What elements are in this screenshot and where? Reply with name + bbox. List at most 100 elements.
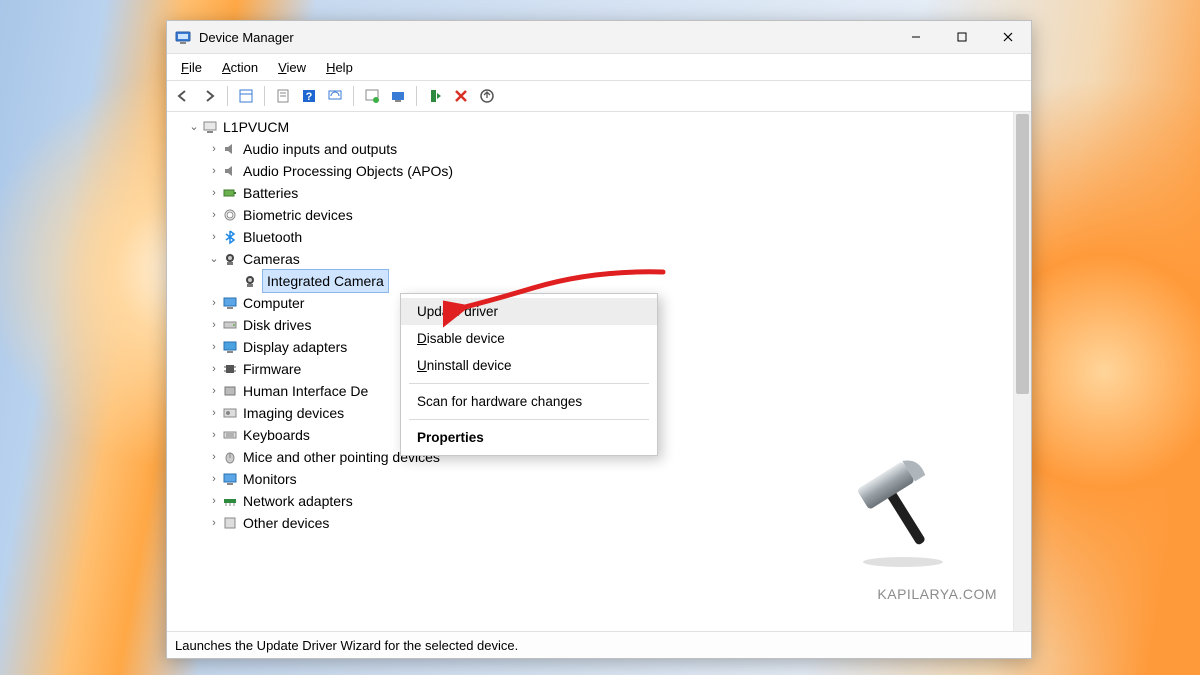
expand-icon[interactable]: › [207, 490, 221, 512]
status-text: Launches the Update Driver Wizard for th… [175, 638, 518, 653]
fingerprint-icon [221, 206, 239, 224]
tree-label: Keyboards [243, 424, 310, 446]
camera-icon [221, 250, 239, 268]
other-icon [221, 514, 239, 532]
properties-btn[interactable] [271, 84, 295, 108]
uninstall-btn[interactable] [386, 84, 410, 108]
display-adapter-icon [221, 338, 239, 356]
window-title: Device Manager [199, 30, 893, 45]
ctx-disable-device[interactable]: Disable device [401, 325, 657, 352]
enable-btn[interactable] [423, 84, 447, 108]
tree-root-label: L1PVUCM [223, 116, 289, 138]
keyboard-icon [221, 426, 239, 444]
titlebar: Device Manager [167, 21, 1031, 54]
imaging-icon [221, 404, 239, 422]
tree-root[interactable]: ⌄ L1PVUCM [171, 116, 1013, 138]
vertical-scrollbar[interactable] [1013, 112, 1031, 631]
close-button[interactable] [985, 21, 1031, 53]
collapse-icon[interactable]: ⌄ [207, 248, 221, 270]
update-driver-btn[interactable] [360, 84, 384, 108]
toolbar-separator [416, 86, 417, 106]
tree-label: Disk drives [243, 314, 311, 336]
menu-view[interactable]: View [270, 58, 314, 77]
forward-btn[interactable] [197, 84, 221, 108]
expand-icon[interactable]: › [207, 380, 221, 402]
tree-label: Display adapters [243, 336, 347, 358]
toolbar-separator [353, 86, 354, 106]
tree-item-audio-io[interactable]: › Audio inputs and outputs [171, 138, 1013, 160]
minimize-button[interactable] [893, 21, 939, 53]
tree-label: Imaging devices [243, 402, 344, 424]
tree-item-biometric[interactable]: › Biometric devices [171, 204, 1013, 226]
tree-label: Monitors [243, 468, 297, 490]
toolbar-separator [264, 86, 265, 106]
tree-label: Network adapters [243, 490, 353, 512]
scrollbar-thumb[interactable] [1016, 114, 1029, 394]
menu-action[interactable]: Action [214, 58, 266, 77]
help-btn[interactable]: ? [297, 84, 321, 108]
expand-icon[interactable]: › [207, 424, 221, 446]
tree-label: Audio inputs and outputs [243, 138, 397, 160]
disable-device-btn[interactable] [475, 84, 499, 108]
camera-icon [241, 272, 259, 290]
battery-icon [221, 184, 239, 202]
tree-item-apos[interactable]: ›Audio Processing Objects (APOs) [171, 160, 1013, 182]
expand-icon[interactable]: › [207, 292, 221, 314]
scan-hardware-btn[interactable] [323, 84, 347, 108]
tree-label: Computer [243, 292, 304, 314]
menubar: File Action View Help [167, 54, 1031, 81]
menu-help[interactable]: Help [318, 58, 361, 77]
expand-icon[interactable]: › [207, 446, 221, 468]
maximize-button[interactable] [939, 21, 985, 53]
tree-label: Cameras [243, 248, 300, 270]
show-hide-console-btn[interactable] [234, 84, 258, 108]
tree-label: Biometric devices [243, 204, 353, 226]
menu-file[interactable]: File [173, 58, 210, 77]
svg-text:?: ? [306, 91, 313, 103]
expand-icon[interactable]: › [207, 204, 221, 226]
ctx-scan-hardware[interactable]: Scan for hardware changes [401, 388, 657, 415]
monitor-icon [221, 294, 239, 312]
hid-icon [221, 382, 239, 400]
toolbar: ? [167, 81, 1031, 112]
network-icon [221, 492, 239, 510]
expand-icon[interactable]: › [207, 336, 221, 358]
expand-icon[interactable]: › [207, 160, 221, 182]
expand-icon[interactable]: › [207, 314, 221, 336]
expand-icon[interactable]: › [207, 358, 221, 380]
tree-item-bluetooth[interactable]: › Bluetooth [171, 226, 1013, 248]
tree-label: Human Interface De [243, 380, 368, 402]
expand-icon[interactable]: › [207, 138, 221, 160]
expand-icon[interactable]: › [207, 468, 221, 490]
expand-icon[interactable]: › [207, 182, 221, 204]
expand-icon[interactable]: › [207, 512, 221, 534]
monitor-icon [221, 470, 239, 488]
tree-item-integrated-camera[interactable]: Integrated Camera [171, 270, 1013, 292]
disk-icon [221, 316, 239, 334]
toolbar-separator [227, 86, 228, 106]
context-menu: Update driver Disable device Uninstall d… [400, 293, 658, 456]
mouse-icon [221, 448, 239, 466]
ctx-update-driver[interactable]: Update driver [401, 298, 657, 325]
expand-icon[interactable]: › [207, 226, 221, 248]
disable-btn[interactable] [449, 84, 473, 108]
watermark-hammer-icon [833, 440, 963, 570]
speaker-icon [221, 140, 239, 158]
status-bar: Launches the Update Driver Wizard for th… [167, 631, 1031, 658]
collapse-icon[interactable]: ⌄ [187, 116, 201, 138]
tree-label: Other devices [243, 512, 329, 534]
tree-label: Bluetooth [243, 226, 302, 248]
ctx-separator [409, 383, 649, 384]
bluetooth-icon [221, 228, 239, 246]
chip-icon [221, 360, 239, 378]
tree-item-cameras[interactable]: ⌄ Cameras [171, 248, 1013, 270]
expand-icon[interactable]: › [207, 402, 221, 424]
tree-item-batteries[interactable]: ›Batteries [171, 182, 1013, 204]
watermark-text: KAPILARYA.COM [877, 586, 997, 602]
computer-icon [201, 118, 219, 136]
tree-label-selected: Integrated Camera [263, 270, 388, 292]
ctx-uninstall-device[interactable]: Uninstall device [401, 352, 657, 379]
ctx-properties[interactable]: Properties [401, 424, 657, 451]
speaker-icon [221, 162, 239, 180]
back-btn[interactable] [171, 84, 195, 108]
